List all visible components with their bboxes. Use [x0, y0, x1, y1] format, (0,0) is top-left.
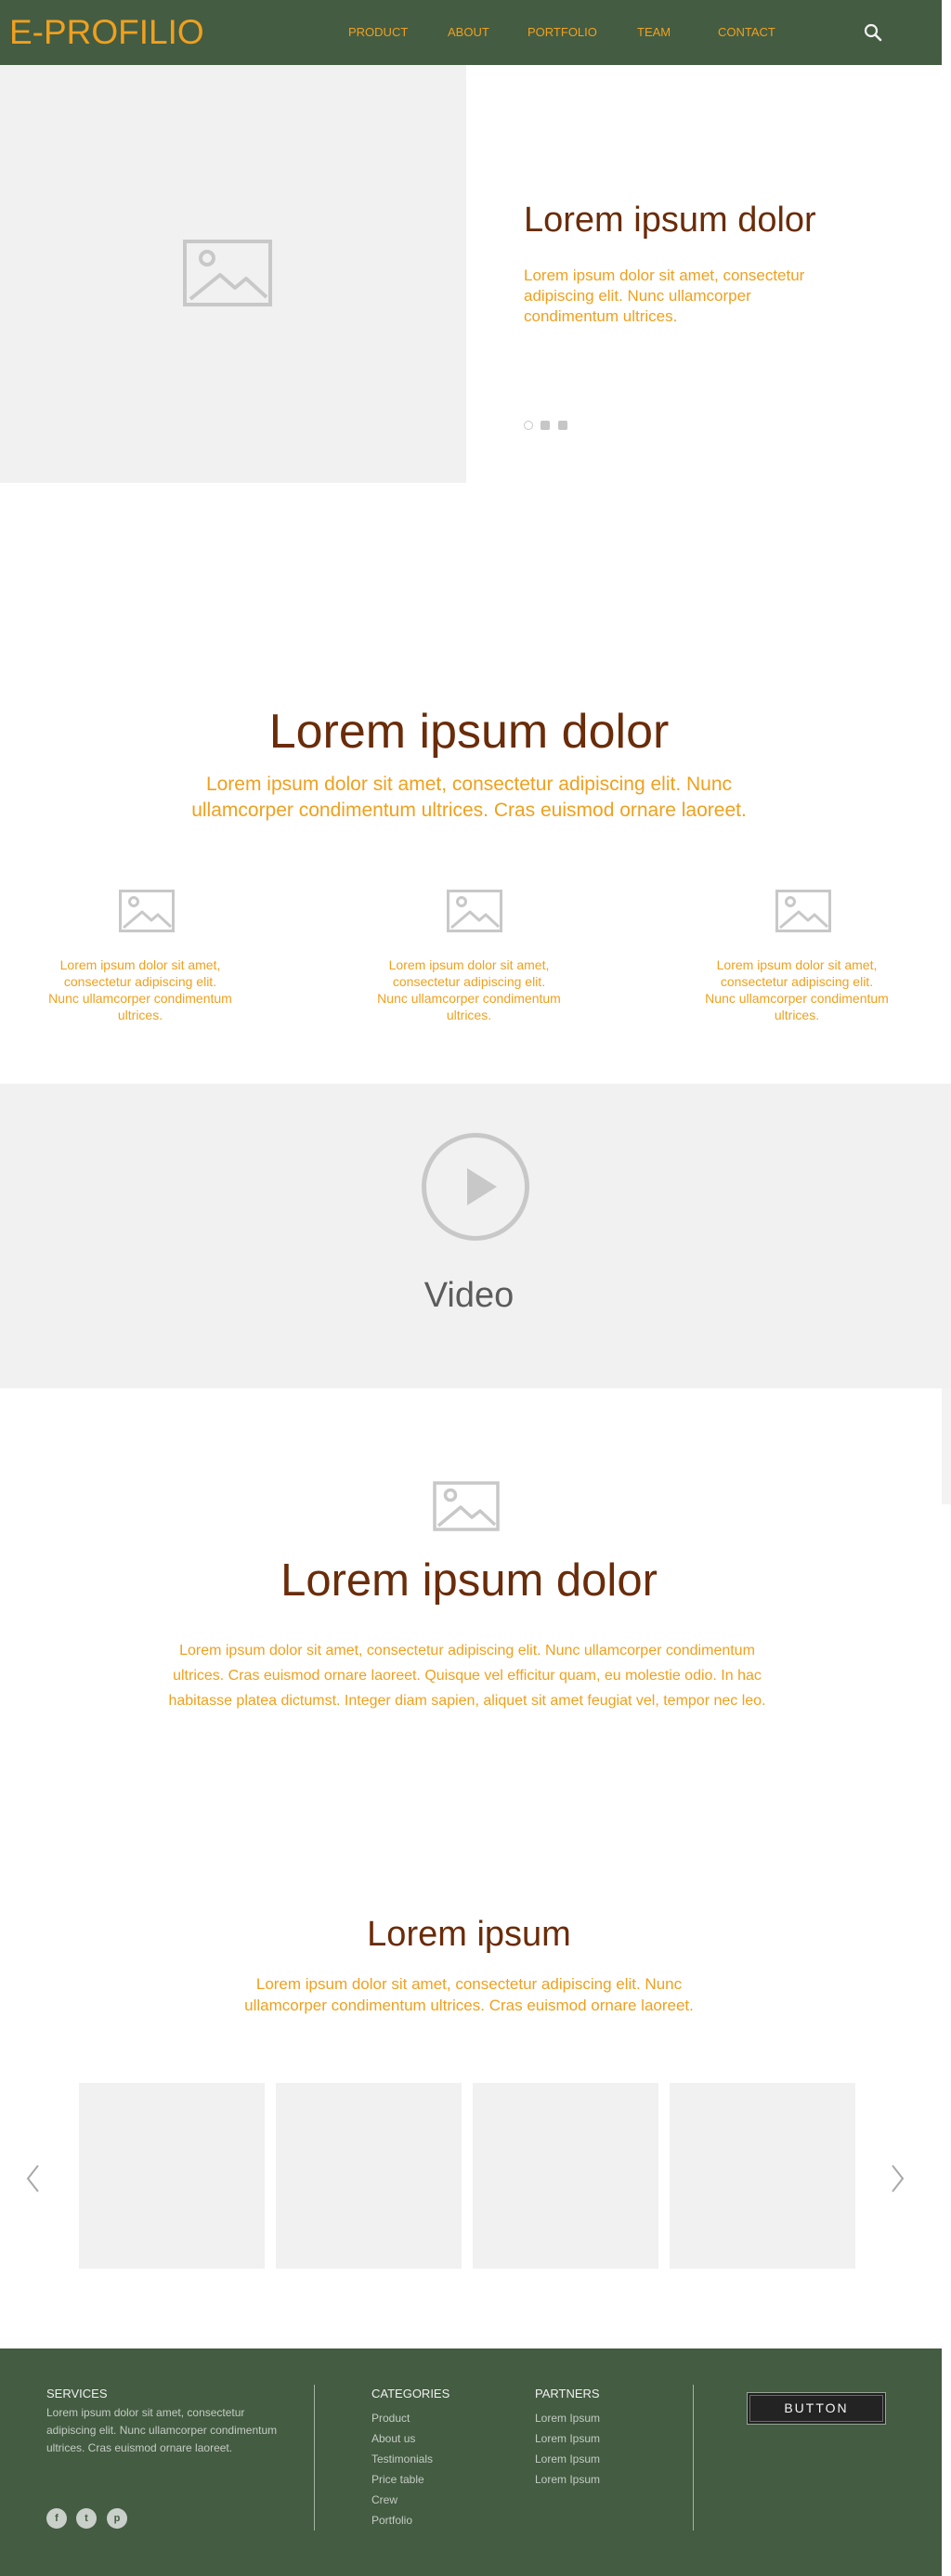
features-subtitle: Lorem ipsum dolor sit amet, consectetur … [191, 774, 747, 821]
image-placeholder-icon [183, 240, 272, 306]
hero-text: Lorem ipsum dolor sit amet, consectetur … [524, 267, 805, 325]
search-icon[interactable] [863, 22, 883, 43]
footer-partner-link[interactable]: Lorem Ipsum [535, 2452, 600, 2465]
feature-text-2: Lorem ipsum dolor sit amet, consectetur … [377, 957, 561, 1022]
play-icon[interactable] [422, 1133, 529, 1241]
hero-image [0, 65, 466, 483]
footer-link-portfolio[interactable]: Portfolio [371, 2514, 412, 2527]
features-title: Lorem ipsum dolor [268, 705, 670, 759]
footer-link-about-us[interactable]: About us [371, 2432, 415, 2445]
page: E-PROFILIO PRODUCT ABOUT PORTFOLIO TEAM … [0, 0, 951, 2576]
facebook-icon[interactable]: f [46, 2508, 67, 2529]
logo[interactable]: E-PROFILIO [9, 13, 204, 52]
twitter-icon[interactable]: t [76, 2508, 97, 2529]
gallery-item-2[interactable] [276, 2083, 462, 2269]
slider-dot-2[interactable] [541, 421, 550, 430]
gallery-subtitle: Lorem ipsum dolor sit amet, consectetur … [244, 1975, 694, 2014]
feature-text-1: Lorem ipsum dolor sit amet, consectetur … [48, 957, 232, 1022]
image-placeholder-icon [447, 890, 502, 932]
slider-dot-1[interactable] [524, 421, 533, 430]
slider-dot-3[interactable] [558, 421, 567, 430]
site-footer [0, 2348, 942, 2576]
nav-item-product[interactable]: PRODUCT [348, 25, 408, 40]
footer-button[interactable]: BUTTON [747, 2392, 886, 2425]
about-title: Lorem ipsum dolor [280, 1555, 658, 1606]
footer-divider [314, 2385, 315, 2530]
pinterest-icon[interactable]: p [107, 2508, 127, 2529]
site-header: E-PROFILIO PRODUCT ABOUT PORTFOLIO TEAM … [0, 0, 942, 65]
image-placeholder-icon [119, 890, 175, 932]
gallery-item-1[interactable] [79, 2083, 265, 2269]
scrollbar[interactable] [942, 1388, 951, 1504]
footer-services-text: Lorem ipsum dolor sit amet, consectetur … [46, 2406, 278, 2454]
gallery-item-4[interactable] [670, 2083, 855, 2269]
footer-categories-heading: CATEGORIES [371, 2387, 450, 2400]
footer-divider [693, 2385, 694, 2530]
chevron-left-icon[interactable] [22, 2163, 45, 2194]
footer-partners-heading: PARTNERS [535, 2387, 600, 2400]
image-placeholder-icon [433, 1481, 500, 1531]
footer-partner-link[interactable]: Lorem Ipsum [535, 2473, 600, 2486]
footer-link-crew[interactable]: Crew [371, 2493, 397, 2506]
footer-partner-link[interactable]: Lorem Ipsum [535, 2412, 600, 2425]
footer-link-testimonials[interactable]: Testimonials [371, 2452, 433, 2465]
footer-link-product[interactable]: Product [371, 2412, 410, 2425]
gallery-item-3[interactable] [473, 2083, 658, 2269]
video-section: Video [0, 1084, 951, 1388]
nav-item-team[interactable]: TEAM [637, 25, 671, 40]
image-placeholder-icon [775, 890, 831, 932]
footer-link-price-table[interactable]: Price table [371, 2473, 424, 2486]
nav-item-portfolio[interactable]: PORTFOLIO [528, 25, 597, 40]
gallery-title: Lorem ipsum [367, 1915, 571, 1954]
hero-title: Lorem ipsum dolor [524, 201, 816, 240]
footer-services-heading: SERVICES [46, 2387, 108, 2400]
nav-item-contact[interactable]: CONTACT [718, 25, 775, 40]
about-text: Lorem ipsum dolor sit amet, consectetur … [168, 1643, 766, 1709]
video-label: Video [423, 1276, 515, 1315]
feature-text-3: Lorem ipsum dolor sit amet, consectetur … [705, 957, 889, 1022]
footer-partner-link[interactable]: Lorem Ipsum [535, 2432, 600, 2445]
nav-item-about[interactable]: ABOUT [448, 25, 489, 40]
chevron-right-icon[interactable] [886, 2163, 908, 2194]
